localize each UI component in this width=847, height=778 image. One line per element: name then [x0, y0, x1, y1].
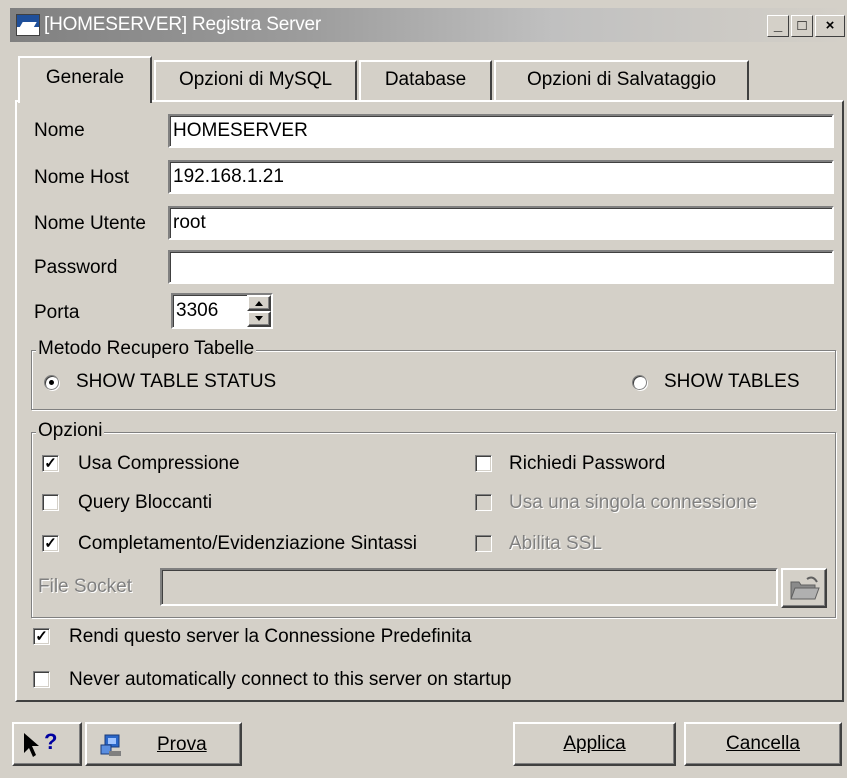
port-field[interactable]	[171, 293, 273, 329]
close-button[interactable]: ×	[815, 15, 845, 37]
minimize-button[interactable]: _	[767, 15, 789, 37]
port-label: Porta	[34, 302, 80, 323]
default-connection-label[interactable]: Rendi questo server la Connessione Prede…	[69, 626, 471, 648]
ssl-checkbox	[475, 535, 492, 552]
radio-show-tables-label[interactable]: SHOW TABLES	[664, 371, 800, 393]
retrieval-legend: Metodo Recupero Tabelle	[36, 338, 257, 360]
app-icon	[16, 14, 40, 36]
radio-show-tables[interactable]	[632, 375, 647, 390]
port-up-button[interactable]	[247, 295, 271, 311]
blocking-label[interactable]: Query Bloccanti	[78, 492, 212, 514]
name-input[interactable]	[170, 116, 832, 146]
socket-browse-button	[781, 568, 827, 608]
radio-show-table-status[interactable]	[44, 375, 59, 390]
name-label: Nome	[34, 120, 85, 141]
folder-open-icon	[790, 576, 820, 600]
tab-database[interactable]: Database	[359, 60, 492, 100]
apply-button[interactable]: Applica	[513, 722, 676, 766]
blocking-checkbox[interactable]	[42, 494, 59, 511]
host-input[interactable]	[170, 162, 832, 192]
port-down-button[interactable]	[247, 311, 271, 327]
title-bar[interactable]: [HOMESERVER] Registra Server _ □ ×	[10, 8, 847, 42]
host-field[interactable]	[168, 160, 834, 194]
socket-field	[160, 568, 778, 606]
password-label: Password	[34, 257, 118, 278]
window-title: [HOMESERVER] Registra Server	[44, 14, 322, 35]
user-input[interactable]	[170, 208, 832, 238]
radio-show-table-status-label[interactable]: SHOW TABLE STATUS	[76, 371, 276, 393]
cancel-button[interactable]: Cancella	[684, 722, 842, 766]
single-connection-checkbox	[475, 494, 492, 511]
socket-label: File Socket	[38, 576, 132, 597]
never-connect-label[interactable]: Never automatically connect to this serv…	[69, 669, 511, 691]
tab-opzioni-salvataggio[interactable]: Opzioni di Salvataggio	[494, 60, 749, 100]
user-label: Nome Utente	[34, 213, 146, 234]
cancel-button-label: Cancella	[726, 733, 800, 754]
test-button-label: Prova	[157, 734, 207, 755]
syntax-label[interactable]: Completamento/Evidenziazione Sintassi	[78, 533, 417, 555]
compression-checkbox[interactable]: ✓	[42, 455, 59, 472]
cursor-arrow-icon	[24, 733, 39, 757]
require-password-label[interactable]: Richiedi Password	[509, 453, 665, 475]
options-legend: Opzioni	[36, 420, 105, 442]
name-field[interactable]	[168, 114, 834, 148]
compression-label[interactable]: Usa Compressione	[78, 453, 240, 475]
default-connection-checkbox[interactable]: ✓	[33, 628, 50, 645]
syntax-checkbox[interactable]: ✓	[42, 535, 59, 552]
never-connect-checkbox[interactable]	[33, 671, 50, 688]
arrow-up-icon	[255, 301, 263, 306]
port-input[interactable]	[173, 295, 243, 327]
tab-generale[interactable]: Generale	[18, 56, 152, 103]
apply-button-label: Applica	[563, 733, 626, 754]
require-password-checkbox[interactable]	[475, 455, 492, 472]
arrow-down-icon	[255, 316, 263, 321]
maximize-button[interactable]: □	[791, 15, 813, 37]
help-question-mark: ?	[44, 729, 58, 754]
user-field[interactable]	[168, 206, 834, 240]
network-computer-icon	[100, 734, 121, 756]
ssl-label: Abilita SSL	[509, 533, 602, 554]
host-label: Nome Host	[34, 167, 130, 188]
single-connection-label: Usa una singola connessione	[509, 492, 758, 513]
test-button[interactable]: Prova	[85, 722, 242, 766]
password-field[interactable]	[168, 250, 834, 284]
password-input[interactable]	[170, 252, 832, 282]
tab-opzioni-mysql[interactable]: Opzioni di MySQL	[154, 60, 357, 100]
help-button[interactable]: ?	[12, 722, 82, 766]
